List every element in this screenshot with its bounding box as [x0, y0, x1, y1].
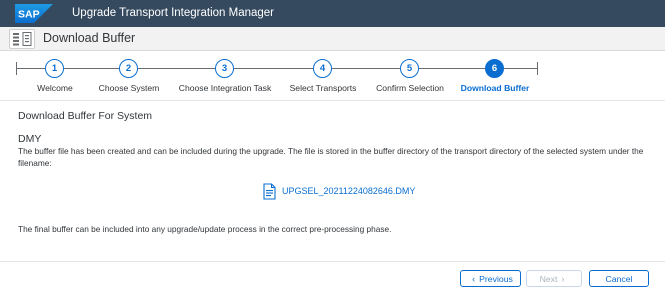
- wizard-track: [16, 68, 537, 69]
- previous-button[interactable]: ‹ Previous: [460, 270, 521, 287]
- wizard-end-tick: [537, 62, 538, 75]
- wizard-step-6[interactable]: 6: [485, 59, 504, 78]
- shell-title: Upgrade Transport Integration Manager: [72, 7, 275, 19]
- final-note-text: The final buffer can be included into an…: [18, 224, 392, 234]
- chevron-right-icon: ›: [561, 273, 565, 284]
- wizard-step-4[interactable]: 4: [313, 59, 332, 78]
- shell-bar: SAP Upgrade Transport Integration Manage…: [0, 0, 665, 27]
- wizard-step-5[interactable]: 5: [400, 59, 419, 78]
- wizard-step-label-choose-system[interactable]: Choose System: [99, 83, 160, 93]
- previous-button-label: Previous: [479, 273, 513, 284]
- buffer-app-icon: [9, 29, 35, 49]
- wizard-step-1[interactable]: 1: [45, 59, 64, 78]
- description-text: The buffer file has been created and can…: [18, 146, 644, 168]
- wizard-step-label-download-buffer[interactable]: Download Buffer: [461, 83, 530, 93]
- chevron-left-icon: ‹: [472, 273, 476, 284]
- footer-toolbar: ‹ Previous Next › Cancel: [0, 261, 665, 292]
- system-id: DMY: [18, 133, 42, 145]
- sap-logo-text: SAP: [18, 9, 40, 21]
- cancel-button-label: Cancel: [605, 273, 633, 284]
- wizard-step-label-select-transports[interactable]: Select Transports: [290, 83, 357, 93]
- wizard-content: Download Buffer For System DMY The buffe…: [0, 101, 665, 261]
- buffer-file-link[interactable]: UPGSEL_20211224082646.DMY: [263, 181, 415, 201]
- wizard-step-3[interactable]: 3: [215, 59, 234, 78]
- section-title: Download Buffer For System: [18, 110, 153, 122]
- page-title: Download Buffer: [43, 31, 136, 45]
- wizard-step-label-choose-integration-task[interactable]: Choose Integration Task: [179, 83, 272, 93]
- wizard-step-label-confirm-selection[interactable]: Confirm Selection: [376, 83, 444, 93]
- document-icon[interactable]: [263, 182, 276, 200]
- sap-logo[interactable]: SAP: [15, 4, 53, 23]
- page-header: Download Buffer: [0, 27, 665, 51]
- wizard-progress: 1 2 3 4 5 6 Welcome Choose System Choose…: [0, 51, 665, 101]
- cancel-button[interactable]: Cancel: [589, 270, 649, 287]
- buffer-file-name[interactable]: UPGSEL_20211224082646.DMY: [282, 186, 415, 196]
- next-button-label: Next: [539, 273, 558, 284]
- wizard-step-2[interactable]: 2: [119, 59, 138, 78]
- wizard-step-label-welcome[interactable]: Welcome: [37, 83, 73, 93]
- next-button[interactable]: Next ›: [526, 270, 582, 287]
